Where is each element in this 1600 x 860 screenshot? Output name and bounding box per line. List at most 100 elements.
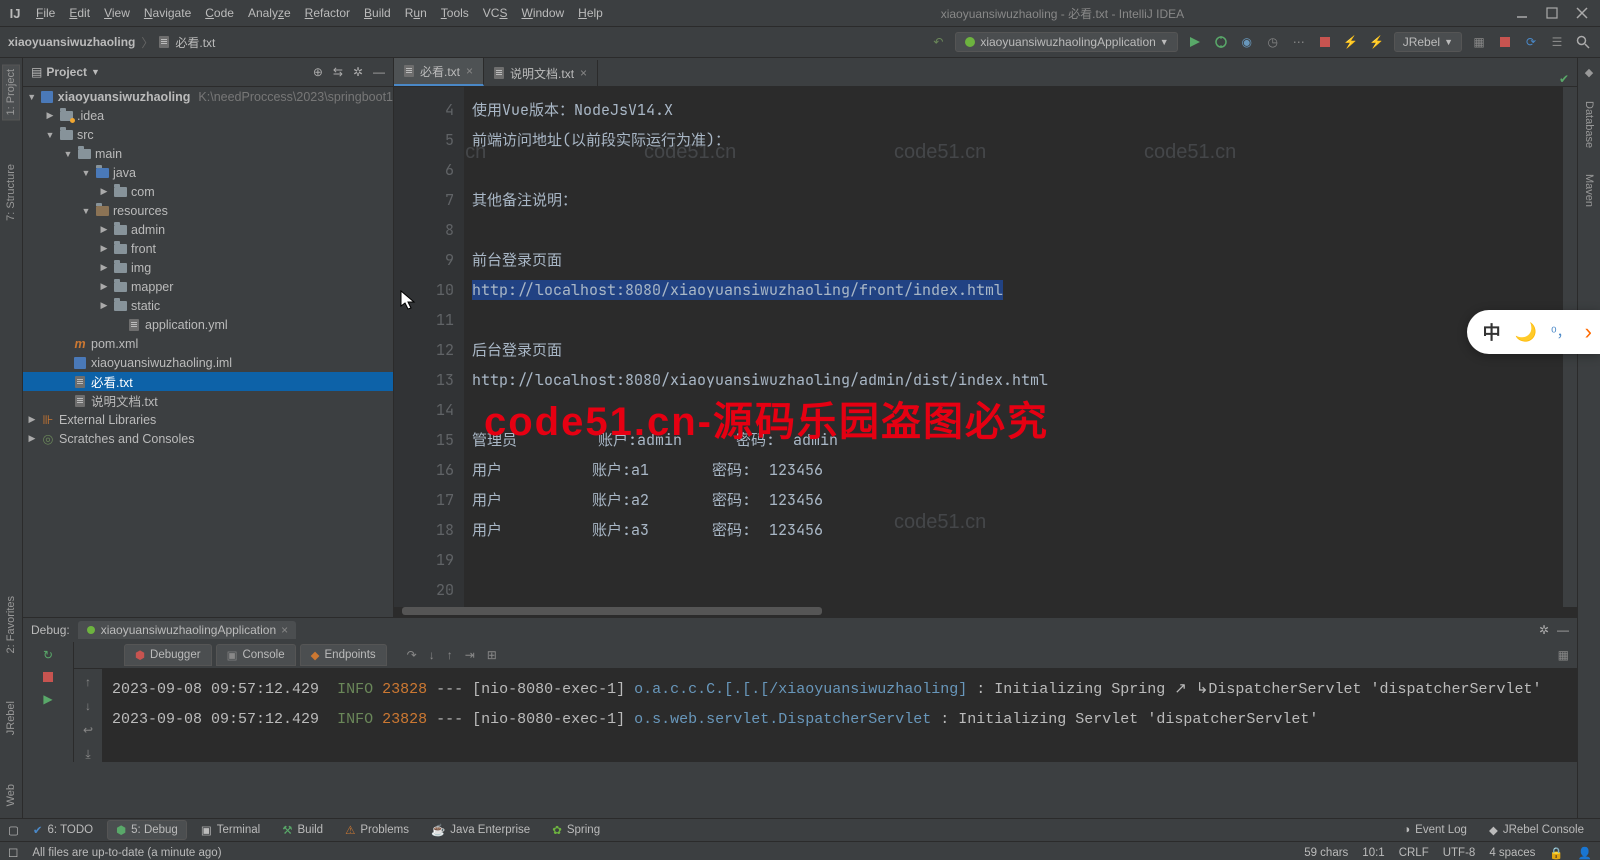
debugger-tab[interactable]: ⬢Debugger bbox=[124, 644, 212, 666]
step-out-icon[interactable]: ↑ bbox=[447, 648, 453, 662]
tree-file-appyml[interactable]: application.yml bbox=[23, 315, 393, 334]
menu-analyze[interactable]: Analyze bbox=[242, 3, 297, 23]
notification-icon[interactable]: ◆ bbox=[1585, 66, 1593, 79]
tree-folder-src[interactable]: ▼src bbox=[23, 125, 393, 144]
tree-file-iml[interactable]: xiaoyuansiwuzhaoling.iml bbox=[23, 353, 393, 372]
tree-external-libs[interactable]: ▶⊪External Libraries bbox=[23, 410, 393, 429]
jrebel-debug-icon[interactable]: ⚡ bbox=[1368, 33, 1386, 51]
debug-button[interactable] bbox=[1212, 33, 1230, 51]
console-tab[interactable]: ▣Console bbox=[216, 644, 296, 666]
jrebel-dropdown[interactable]: JRebel ▼ bbox=[1394, 32, 1462, 52]
status-encoding[interactable]: UTF-8 bbox=[1443, 847, 1476, 859]
scroll-icon[interactable]: ⤓ bbox=[85, 747, 90, 762]
tool-event-log[interactable]: ◑Event Log bbox=[1395, 822, 1475, 838]
minimize-button[interactable] bbox=[1516, 7, 1528, 19]
tool-window-quick-access[interactable]: ▢ bbox=[8, 823, 19, 837]
tool-tab-web[interactable]: Web bbox=[3, 780, 19, 810]
jrebel-run-icon[interactable]: ⚡ bbox=[1342, 33, 1360, 51]
status-sync-icon[interactable]: ☐ bbox=[8, 846, 18, 860]
moon-icon[interactable]: 🌙 bbox=[1515, 322, 1537, 343]
hide-icon[interactable]: — bbox=[1557, 623, 1569, 637]
step-into-icon[interactable]: ↓ bbox=[429, 648, 435, 662]
status-indent[interactable]: 4 spaces bbox=[1489, 847, 1535, 859]
menu-file[interactable]: File bbox=[30, 3, 61, 23]
menu-window[interactable]: Window bbox=[515, 3, 570, 23]
tree-folder-admin[interactable]: ▶admin bbox=[23, 220, 393, 239]
console-output[interactable]: 2023-09-08 09:57:12.429 INFO 23828 --- [… bbox=[102, 669, 1577, 762]
ime-lang-label[interactable]: 中 bbox=[1483, 319, 1501, 345]
tree-folder-com[interactable]: ▶com bbox=[23, 182, 393, 201]
rerun-icon[interactable]: ↻ bbox=[43, 648, 53, 662]
coverage-icon[interactable]: ◉ bbox=[1238, 33, 1256, 51]
menu-tools[interactable]: Tools bbox=[435, 3, 475, 23]
tree-folder-idea[interactable]: ▶.idea bbox=[23, 106, 393, 125]
menu-view[interactable]: View bbox=[98, 3, 136, 23]
status-inspection-icon[interactable]: 👤 bbox=[1578, 846, 1592, 860]
menu-build[interactable]: Build bbox=[358, 3, 397, 23]
tool-tab-structure[interactable]: 7: Structure bbox=[3, 160, 19, 225]
tool-tab-favorites[interactable]: 2: Favorites bbox=[3, 592, 19, 657]
close-tab-icon[interactable]: × bbox=[466, 64, 473, 78]
horizontal-scrollbar[interactable] bbox=[402, 607, 822, 615]
stop-icon[interactable] bbox=[43, 672, 53, 682]
menu-refactor[interactable]: Refactor bbox=[299, 3, 356, 23]
menu-navigate[interactable]: Navigate bbox=[138, 3, 197, 23]
close-button[interactable] bbox=[1576, 7, 1588, 19]
up-icon[interactable]: ↑ bbox=[85, 675, 91, 689]
endpoints-tab[interactable]: ◆Endpoints bbox=[300, 644, 387, 666]
expand-icon[interactable]: ⇆ bbox=[333, 65, 343, 79]
update-icon[interactable]: ⟳ bbox=[1522, 33, 1540, 51]
run-configuration-dropdown[interactable]: xiaoyuansiwuzhaolingApplication ▼ bbox=[955, 32, 1177, 52]
tool-tab-jrebel[interactable]: JRebel bbox=[3, 697, 19, 739]
locate-icon[interactable]: ⊕ bbox=[313, 65, 323, 79]
resume-icon[interactable]: ▶ bbox=[43, 692, 52, 706]
wrap-icon[interactable]: ↩ bbox=[83, 723, 93, 737]
evaluate-icon[interactable]: ⊞ bbox=[487, 648, 497, 662]
tool-debug[interactable]: ⬢5: Debug bbox=[107, 820, 187, 840]
close-icon[interactable]: × bbox=[281, 623, 288, 637]
tree-file-bikan[interactable]: 必看.txt bbox=[23, 372, 393, 391]
chevron-right-icon[interactable]: › bbox=[1585, 319, 1592, 345]
menu-code[interactable]: Code bbox=[199, 3, 240, 23]
editor-tab-bikan[interactable]: 必看.txt× bbox=[394, 58, 484, 86]
layout-icon[interactable]: ▦ bbox=[1550, 648, 1577, 662]
tool-problems[interactable]: ⚠Problems bbox=[337, 821, 417, 839]
tree-folder-java[interactable]: ▼java bbox=[23, 163, 393, 182]
ime-punct-icon[interactable]: ⁰， bbox=[1551, 322, 1571, 342]
menu-run[interactable]: Run bbox=[399, 3, 433, 23]
tool-todo[interactable]: ✔6: TODO bbox=[25, 821, 101, 839]
tree-folder-resources[interactable]: ▼resources bbox=[23, 201, 393, 220]
hide-icon[interactable]: — bbox=[373, 65, 385, 79]
tree-file-shuoming[interactable]: 说明文档.txt bbox=[23, 391, 393, 410]
breadcrumb-file[interactable]: 必看.txt bbox=[175, 34, 215, 51]
tool-build[interactable]: ⚒Build bbox=[274, 821, 331, 839]
ime-floating-widget[interactable]: 中 🌙 ⁰， › bbox=[1467, 310, 1600, 354]
tool-jrebel-console[interactable]: ◆JRebel Console bbox=[1481, 821, 1592, 839]
project-tree[interactable]: ▼xiaoyuansiwuzhaolingK:\needProccess\202… bbox=[23, 87, 393, 617]
tree-file-pom[interactable]: mpom.xml bbox=[23, 334, 393, 353]
tree-scratches[interactable]: ▶◎Scratches and Consoles bbox=[23, 429, 393, 448]
step-over-icon[interactable]: ↷ bbox=[407, 648, 417, 662]
tree-folder-mapper[interactable]: ▶mapper bbox=[23, 277, 393, 296]
down-icon[interactable]: ↓ bbox=[85, 699, 91, 713]
editor-content[interactable]: 使用Vue版本：NodeJsV14.X 前端访问地址(以前段实际运行为准)： 其… bbox=[464, 87, 1562, 607]
tool-javaee[interactable]: ☕Java Enterprise bbox=[423, 821, 538, 839]
tree-root[interactable]: ▼xiaoyuansiwuzhaolingK:\needProccess\202… bbox=[23, 87, 393, 106]
settings-icon[interactable]: ✲ bbox=[353, 65, 363, 79]
chevron-down-icon[interactable]: ▼ bbox=[91, 67, 100, 77]
tree-folder-static[interactable]: ▶static bbox=[23, 296, 393, 315]
menu-edit[interactable]: Edit bbox=[63, 3, 96, 23]
build-icon[interactable]: ▦ bbox=[1470, 33, 1488, 51]
debug-session-tab[interactable]: xiaoyuansiwuzhaolingApplication× bbox=[78, 621, 296, 639]
status-caret-position[interactable]: 10:1 bbox=[1362, 847, 1384, 859]
tool-tab-maven[interactable]: Maven bbox=[1581, 170, 1597, 211]
tool-tab-database[interactable]: Database bbox=[1581, 97, 1597, 152]
stop-button[interactable] bbox=[1316, 33, 1334, 51]
back-arrow-icon[interactable]: ↶ bbox=[929, 33, 947, 51]
search-icon[interactable] bbox=[1574, 33, 1592, 51]
structure-icon[interactable]: ☰ bbox=[1548, 33, 1566, 51]
tool-tab-project[interactable]: 1: Project bbox=[2, 64, 20, 120]
inspection-ok-icon[interactable]: ✔ bbox=[1551, 72, 1577, 86]
run-button[interactable] bbox=[1186, 33, 1204, 51]
menu-vcs[interactable]: VCS bbox=[477, 3, 514, 23]
